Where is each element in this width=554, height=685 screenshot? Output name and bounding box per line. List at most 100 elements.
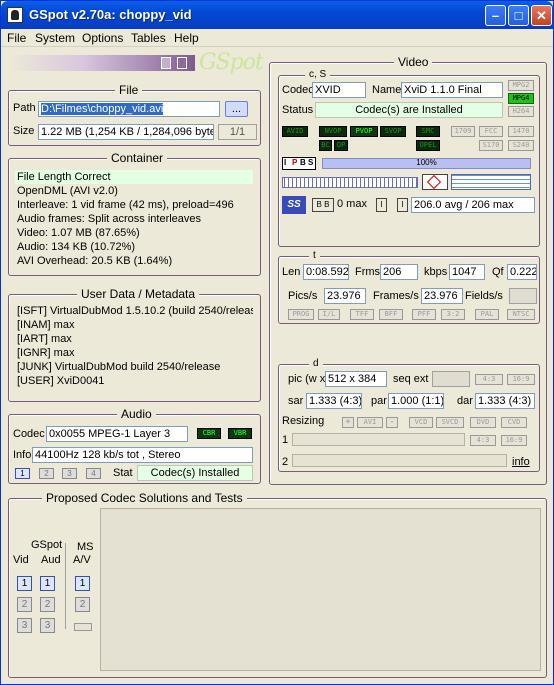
- proposed-solutions-group: Proposed Codec Solutions and Tests GSpot…: [8, 491, 547, 678]
- menu-options[interactable]: Options: [82, 31, 123, 45]
- ratio-169-badge: 16:9: [507, 374, 535, 385]
- file-group-title: File: [115, 83, 143, 97]
- container-info-list: File Length Correct OpenDML (AVI v2.0) I…: [15, 170, 253, 271]
- audio-stat-label: Stat: [113, 467, 133, 479]
- ms-col-label: MS: [77, 541, 94, 553]
- aud-solution-1[interactable]: 1: [40, 576, 55, 591]
- frames-field[interactable]: 23.976: [421, 288, 463, 304]
- len-field[interactable]: 0:08.592: [303, 264, 349, 280]
- list-item: Video: 1.07 MB (87.65%): [17, 227, 140, 239]
- audio-group: Audio Codec 0x0055 MPEG-1 Layer 3 CBR VB…: [8, 407, 261, 484]
- video-name-label: Name: [372, 84, 402, 96]
- av-solution-1[interactable]: 1: [75, 576, 90, 591]
- prog-badge: PROG: [288, 309, 314, 320]
- minimize-button[interactable]: –: [485, 5, 506, 26]
- audio-stat-field: Codec(s) Installed: [137, 465, 253, 481]
- kbps-label: kbps: [424, 266, 448, 278]
- size-label: Size: [13, 125, 35, 137]
- timing-subpanel: t Len 0:08.592 Frms 206 kbps 1047 Qf 0.2…: [278, 249, 540, 324]
- pics-label: Pics/s: [288, 290, 318, 302]
- fields-field: [509, 288, 537, 304]
- pics-field[interactable]: 23.976: [324, 288, 366, 304]
- info-link[interactable]: info: [512, 456, 530, 468]
- resize-cvd-badge[interactable]: CVD: [501, 417, 527, 428]
- audio-info-label: Info: [13, 449, 32, 461]
- resize-avi-badge[interactable]: AVI: [357, 417, 383, 428]
- av-solution-2[interactable]: 2: [75, 597, 90, 612]
- aud-solution-2[interactable]: 2: [40, 597, 55, 612]
- h264-badge: H264: [508, 106, 534, 117]
- kbps-field[interactable]: 1047: [449, 264, 485, 280]
- 1470-badge: 1470: [508, 126, 534, 137]
- audio-stream-2[interactable]: 2: [39, 468, 54, 479]
- maximize-button[interactable]: □: [508, 5, 529, 26]
- video-name-field[interactable]: XviD 1.1.0 Final: [401, 82, 503, 98]
- logo-block: [161, 57, 171, 69]
- frames-label: Frames/s: [373, 290, 419, 302]
- resize-plus-button[interactable]: +: [342, 417, 354, 428]
- d-title: d: [309, 357, 323, 371]
- video-status-field: Codec(s) are Installed: [315, 102, 503, 118]
- close-button[interactable]: ✕: [531, 5, 552, 26]
- list-item: Audio: 134 KB (10.72%): [17, 241, 136, 253]
- bitrate-stats-field[interactable]: 206.0 avg / 206 max: [411, 197, 535, 213]
- dar-field[interactable]: 1.333 (4:3): [475, 393, 535, 409]
- audio-stream-1[interactable]: 1: [15, 468, 30, 479]
- audio-stream-3[interactable]: 3: [62, 468, 77, 479]
- resize-svcd-badge[interactable]: SVCD: [436, 417, 464, 428]
- len-label: Len: [282, 266, 301, 278]
- gspot-col-label: GSpot: [31, 539, 63, 551]
- browse-button[interactable]: ...: [225, 101, 248, 117]
- container-group-title: Container: [107, 151, 168, 165]
- resize-dvd-badge[interactable]: DVD: [470, 417, 496, 428]
- aud-solution-3[interactable]: 3: [40, 618, 55, 633]
- sar-field[interactable]: 1.333 (4:3): [306, 393, 362, 409]
- bc-badge: BC: [319, 140, 332, 151]
- smc-badge: SMC: [416, 126, 440, 137]
- vid-solution-1[interactable]: 1: [17, 576, 32, 591]
- t-title: t: [309, 249, 320, 263]
- list-item: [JUNK] VirtualDubMod build 2540/release: [17, 361, 221, 373]
- list-item: [INAM] max: [17, 319, 75, 331]
- tff-badge: TFF: [350, 309, 374, 320]
- menu-file[interactable]: File: [7, 31, 26, 45]
- audio-info-field[interactable]: 44100Hz 128 kb/s tot , Stereo: [32, 447, 253, 463]
- seq-ext-label: seq ext: [393, 373, 429, 385]
- cs-title: c, S: [305, 68, 331, 82]
- resize-vcd-badge[interactable]: VCD: [409, 417, 433, 428]
- menu-system[interactable]: System: [35, 31, 75, 45]
- solutions-output-area[interactable]: [100, 508, 541, 671]
- frame-sequence-strip: [282, 177, 418, 188]
- row-43-badge: 4:3: [470, 435, 496, 446]
- video-codec-field[interactable]: XVID: [312, 82, 366, 98]
- opel-badge: OPEL: [416, 140, 440, 151]
- column-divider: [65, 543, 66, 629]
- resize-row1-label: 1: [282, 434, 289, 446]
- frms-field[interactable]: 206: [380, 264, 418, 280]
- list-item: File Length Correct: [15, 170, 253, 184]
- pff-badge: PFF: [412, 309, 436, 320]
- par-field[interactable]: 1.000 (1:1): [388, 393, 444, 409]
- pic-field[interactable]: 512 x 384: [325, 371, 387, 387]
- menu-help[interactable]: Help: [174, 31, 199, 45]
- vid-solution-2[interactable]: 2: [17, 597, 32, 612]
- svop-badge: SVOP: [380, 126, 406, 137]
- list-item: [IGNR] max: [17, 347, 75, 359]
- title-bar[interactable]: GSpot v2.70a: choppy_vid – □ ✕: [1, 1, 553, 29]
- frame-progress-bar: 100%: [322, 158, 531, 169]
- audio-stream-4[interactable]: 4: [86, 468, 101, 479]
- path-field[interactable]: D:\Filmes\choppy_vid.avi: [38, 101, 220, 117]
- mpg4-badge: MPG4: [508, 93, 534, 104]
- vid-solution-3[interactable]: 3: [17, 618, 32, 633]
- resize-minus-button[interactable]: -: [386, 417, 398, 428]
- metadata-group-title: User Data / Metadata: [77, 287, 200, 301]
- codec-subpanel: c, S Codec XVID Name XviD 1.1.0 Final MP…: [278, 68, 540, 247]
- qf-field[interactable]: 0.222: [507, 264, 537, 280]
- logo-strip: [9, 55, 195, 71]
- page-indicator: 1/1: [218, 124, 257, 140]
- file-group: File Path D:\Filmes\choppy_vid.avi ... S…: [8, 83, 261, 146]
- size-field[interactable]: 1.22 MB (1,254 KB / 1,284,096 bytes): [38, 124, 214, 140]
- audio-codec-field[interactable]: 0x0055 MPEG-1 Layer 3: [46, 426, 188, 442]
- path-label: Path: [13, 102, 36, 114]
- menu-tables[interactable]: Tables: [131, 31, 166, 45]
